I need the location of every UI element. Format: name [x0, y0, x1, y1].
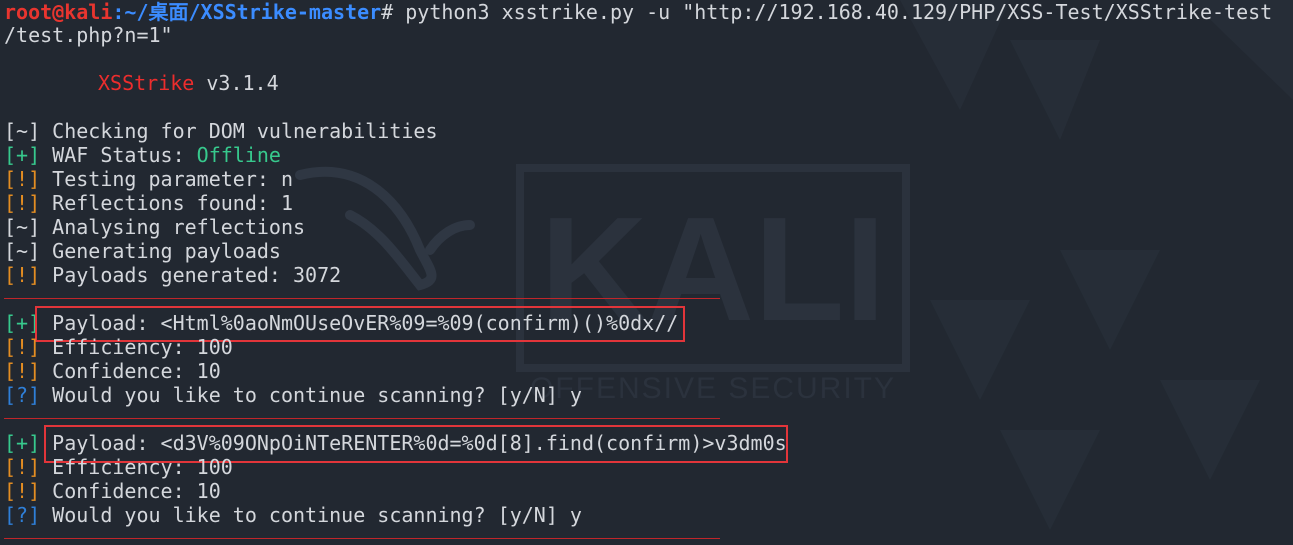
- separator-rule: [4, 298, 720, 299]
- command-continuation: /test.php?n=1": [4, 23, 173, 47]
- status-line-waf: [+] WAF Status: Offline: [4, 143, 281, 167]
- banner-name: XSStrike: [98, 71, 195, 95]
- question-tag: [?]: [4, 503, 41, 527]
- efficiency-text: Efficiency: 100: [40, 455, 233, 479]
- confidence-text: Confidence: 10: [40, 479, 221, 503]
- command-text: python3 xsstrike.py -u "http://192.168.4…: [393, 0, 1273, 24]
- separator-rule: [4, 418, 720, 419]
- prompt-user: root@kali: [4, 0, 113, 24]
- status-text: Checking for DOM vulnerabilities: [40, 119, 438, 143]
- terminal-window[interactable]: root@kali:~/桌面/XSStrike-master# python3 …: [0, 0, 1293, 545]
- status-line-parameter: [!] Testing parameter: n: [4, 167, 293, 191]
- status-tag: [~]: [4, 215, 41, 239]
- continue-prompt-text: Would you like to continue scanning? [y/…: [40, 503, 582, 527]
- confidence-line: [!] Confidence: 10: [4, 479, 221, 503]
- status-text: Payloads generated: 3072: [40, 263, 342, 287]
- banner-version: v3.1.4: [194, 71, 279, 95]
- status-tag: [!]: [4, 191, 41, 215]
- confidence-text: Confidence: 10: [40, 359, 221, 383]
- status-tag: [+]: [4, 143, 41, 167]
- status-tag: [!]: [4, 167, 41, 191]
- status-text: Testing parameter: n: [40, 167, 293, 191]
- status-text: WAF Status:: [40, 143, 197, 167]
- question-tag: [?]: [4, 383, 41, 407]
- status-text: Reflections found: 1: [40, 191, 293, 215]
- status-line-analysing: [~] Analysing reflections: [4, 215, 305, 239]
- status-line-payload-count: [!] Payloads generated: 3072: [4, 263, 341, 287]
- separator-rule: [4, 538, 720, 539]
- xsstrike-banner: XSStrike v3.1.4: [98, 71, 279, 95]
- efficiency-text: Efficiency: 100: [40, 335, 233, 359]
- continue-prompt-line: [?] Would you like to continue scanning?…: [4, 383, 582, 407]
- efficiency-line: [!] Efficiency: 100: [4, 335, 233, 359]
- efficiency-line: [!] Efficiency: 100: [4, 455, 233, 479]
- status-tag: [~]: [4, 239, 41, 263]
- payload-tag: [+]: [4, 431, 41, 455]
- continue-prompt-line: [?] Would you like to continue scanning?…: [4, 503, 582, 527]
- status-line-generating: [~] Generating payloads: [4, 239, 281, 263]
- status-line-dom: [~] Checking for DOM vulnerabilities: [4, 119, 437, 143]
- status-line-reflections: [!] Reflections found: 1: [4, 191, 293, 215]
- status-text: Generating payloads: [40, 239, 281, 263]
- confidence-line: [!] Confidence: 10: [4, 359, 221, 383]
- waf-status-value: Offline: [196, 143, 281, 167]
- continue-prompt-text: Would you like to continue scanning? [y/…: [40, 383, 582, 407]
- prompt-path: :~/桌面/XSStrike-master: [112, 0, 382, 24]
- confidence-tag: [!]: [4, 479, 41, 503]
- status-tag: [!]: [4, 263, 41, 287]
- status-text: Analysing reflections: [40, 215, 306, 239]
- efficiency-tag: [!]: [4, 335, 41, 359]
- confidence-tag: [!]: [4, 359, 41, 383]
- command-prompt-line: root@kali:~/桌面/XSStrike-master# python3 …: [4, 0, 1272, 24]
- prompt-symbol: #: [381, 0, 394, 24]
- status-tag: [~]: [4, 119, 41, 143]
- efficiency-tag: [!]: [4, 455, 41, 479]
